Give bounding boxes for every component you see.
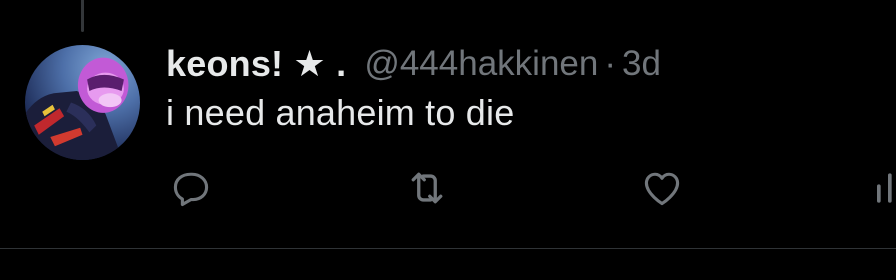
views-icon (877, 173, 892, 203)
views-button[interactable] (866, 160, 896, 216)
tweet-actions-bar (0, 160, 896, 216)
reply-icon (173, 172, 209, 207)
retweet-button[interactable] (399, 160, 455, 216)
thread-connector-line (81, 0, 84, 32)
heart-icon (644, 172, 680, 206)
display-name[interactable]: keons! ★ . (166, 43, 346, 85)
retweet-icon (411, 172, 443, 204)
like-button[interactable] (634, 160, 690, 216)
timestamp[interactable]: 3d (622, 44, 661, 84)
user-handle[interactable]: @444hakkinen (364, 44, 598, 84)
tweet-text: i need anaheim to die (166, 92, 515, 133)
reply-button[interactable] (163, 160, 219, 216)
tweet-header: keons! ★ . @444hakkinen · 3d (166, 40, 661, 88)
avatar-image (25, 57, 129, 160)
separator-dot: · (604, 44, 616, 83)
tweet-divider (0, 248, 896, 249)
avatar[interactable] (25, 45, 140, 160)
